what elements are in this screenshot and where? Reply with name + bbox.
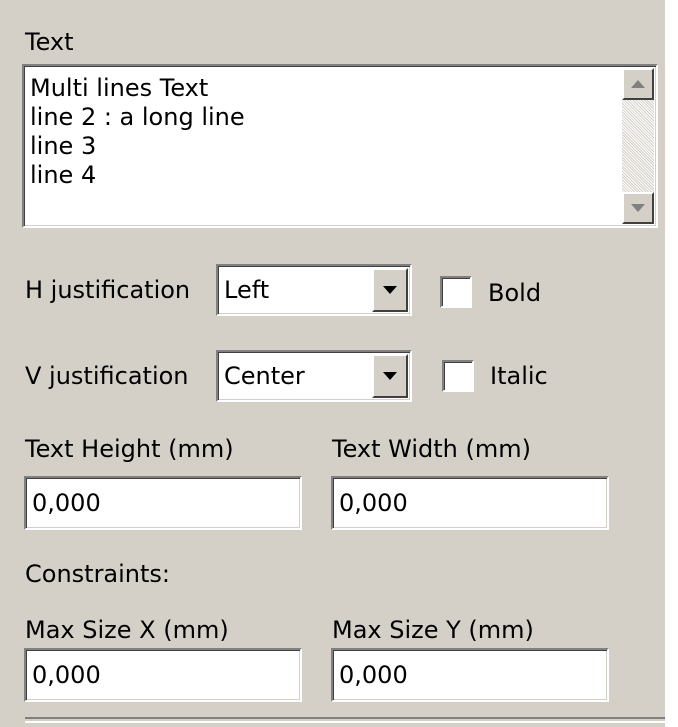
text-line: line 3 xyxy=(30,132,97,160)
text-line: Multi lines Text xyxy=(30,74,209,102)
v-justification-value: Center xyxy=(224,362,305,390)
max-size-y-value: 0,000 xyxy=(339,661,408,689)
h-justification-label: H justification xyxy=(25,276,191,304)
text-line: line 4 xyxy=(30,161,97,189)
v-justification-label: V justification xyxy=(25,362,189,390)
max-size-y-label: Max Size Y (mm) xyxy=(332,616,534,644)
text-width-input[interactable]: 0,000 xyxy=(331,476,609,530)
bold-label[interactable]: Bold xyxy=(488,279,541,307)
text-height-value: 0,000 xyxy=(32,489,101,517)
scroll-up-button[interactable] xyxy=(622,68,654,100)
triangle-down-icon xyxy=(631,204,645,212)
max-size-y-input[interactable]: 0,000 xyxy=(331,648,609,702)
italic-label[interactable]: Italic xyxy=(490,362,548,390)
multiline-text-area[interactable]: Multi lines Text line 2 : a long line li… xyxy=(22,64,658,228)
text-label: Text xyxy=(25,28,74,56)
max-size-x-input[interactable]: 0,000 xyxy=(24,648,302,702)
text-height-label: Text Height (mm) xyxy=(25,435,234,463)
h-justification-value: Left xyxy=(224,276,270,304)
chevron-down-icon xyxy=(383,372,397,380)
bold-checkbox[interactable] xyxy=(440,276,472,308)
h-justification-select[interactable]: Left xyxy=(216,264,412,316)
text-width-label: Text Width (mm) xyxy=(332,435,532,463)
vertical-scrollbar[interactable] xyxy=(622,68,654,224)
v-justification-select[interactable]: Center xyxy=(216,350,412,402)
italic-checkbox[interactable] xyxy=(442,360,474,392)
constraints-label: Constraints: xyxy=(25,560,171,588)
max-size-x-value: 0,000 xyxy=(32,661,101,689)
v-justification-dropdown-button[interactable] xyxy=(372,354,408,398)
text-area-content: Multi lines Text line 2 : a long line li… xyxy=(30,74,245,190)
chevron-down-icon xyxy=(383,286,397,294)
text-line: line 2 : a long line xyxy=(30,103,245,131)
max-size-x-label: Max Size X (mm) xyxy=(25,616,229,644)
h-justification-dropdown-button[interactable] xyxy=(372,268,408,312)
text-height-input[interactable]: 0,000 xyxy=(24,476,302,530)
text-width-value: 0,000 xyxy=(339,489,408,517)
bottom-divider xyxy=(25,717,665,723)
window-edge xyxy=(665,0,678,727)
scroll-down-button[interactable] xyxy=(622,192,654,224)
triangle-up-icon xyxy=(631,80,645,88)
text-properties-panel: Text Multi lines Text line 2 : a long li… xyxy=(0,0,665,727)
